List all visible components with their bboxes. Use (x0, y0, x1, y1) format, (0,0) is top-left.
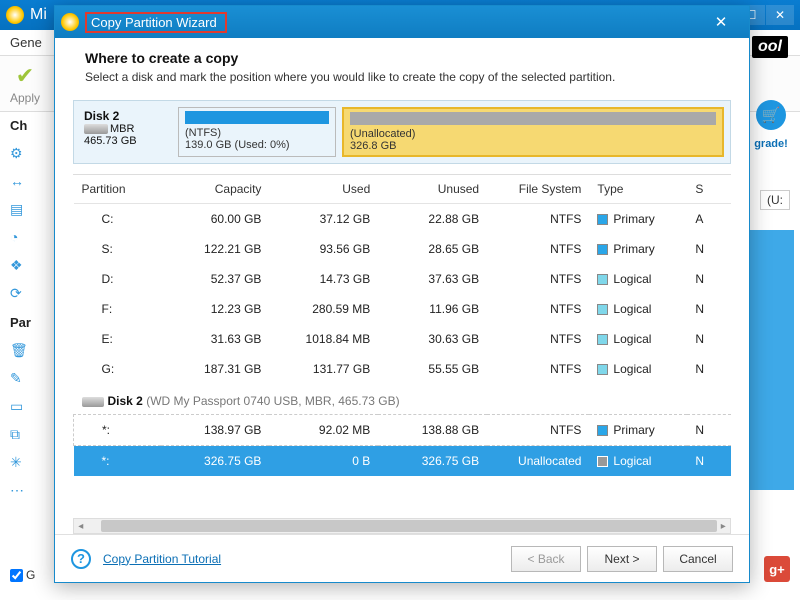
disk-info[interactable]: Disk 2 MBR 465.73 GB (80, 107, 172, 157)
truck-icon[interactable]: ▭ (10, 398, 28, 416)
partition-table: Partition Capacity Used Unused File Syst… (73, 175, 731, 476)
copy-partition-wizard-dialog: Copy Partition Wizard ✕ Where to create … (54, 5, 750, 583)
close-button[interactable]: ✕ (766, 5, 794, 25)
dialog-header: Where to create a copy Select a disk and… (55, 38, 749, 94)
type-swatch (597, 214, 608, 225)
dialog-close-button[interactable]: ✕ (699, 11, 743, 33)
back-button[interactable]: < Back (511, 546, 581, 572)
disk-name: Disk 2 (84, 109, 119, 123)
disk-size: 465.73 GB (84, 135, 137, 147)
apply-button[interactable]: ✔ Apply (10, 63, 40, 105)
table-row[interactable]: E:31.63 GB1018.84 MB30.63 GBNTFSLogicalN (74, 324, 732, 354)
move-icon[interactable]: ↔ (10, 173, 28, 191)
dialog-titlebar[interactable]: Copy Partition Wizard ✕ (55, 6, 749, 38)
table-header[interactable]: Partition Capacity Used Unused File Syst… (74, 175, 732, 204)
gplus-icon[interactable]: g+ (764, 556, 790, 582)
trash-icon[interactable]: 🗑 (10, 342, 28, 360)
app-icon (6, 6, 24, 24)
table-row[interactable]: G:187.31 GB131.77 GB55.55 GBNTFSLogicalN (74, 354, 732, 384)
copy-icon[interactable]: ⧉ (10, 426, 28, 444)
type-swatch (597, 334, 608, 345)
check-icon: ✔ (16, 63, 34, 89)
partition-table-wrap: Partition Capacity Used Unused File Syst… (73, 174, 731, 534)
help-icon[interactable]: ? (71, 549, 91, 569)
next-button[interactable]: Next > (587, 546, 657, 572)
type-swatch (597, 364, 608, 375)
bg-partition-bar (750, 230, 794, 490)
disk-block-ntfs[interactable]: (NTFS) 139.0 GB (Used: 0%) (178, 107, 336, 157)
globe-icon[interactable]: ✳ (10, 454, 28, 472)
stack-icon[interactable]: ▤ (10, 201, 28, 219)
wizard-icon (61, 13, 79, 31)
dialog-subheading: Select a disk and mark the position wher… (85, 70, 719, 84)
table-row[interactable]: F:12.23 GB280.59 MB11.96 GBNTFSLogicalN (74, 294, 732, 324)
hdd-icon (82, 397, 104, 407)
scroll-thumb[interactable] (101, 520, 716, 532)
type-swatch (597, 244, 608, 255)
horizontal-scrollbar[interactable]: ◂ ▸ (73, 518, 731, 534)
upgrade-label[interactable]: grade! (754, 138, 788, 150)
brand-logo: ool (752, 36, 788, 58)
main-title: Mi (30, 6, 47, 24)
dialog-footer: ? Copy Partition Tutorial < Back Next > … (55, 534, 749, 582)
scroll-right-icon[interactable]: ▸ (717, 521, 730, 532)
checkbox-g[interactable]: G (10, 568, 35, 582)
tag-icon[interactable]: ❖ (10, 257, 28, 275)
tutorial-link[interactable]: Copy Partition Tutorial (103, 552, 221, 566)
dots-icon[interactable]: ⋯ (10, 482, 28, 500)
drive-u-label: (U: (760, 190, 790, 210)
disk-block-unallocated[interactable]: (Unallocated) 326.8 GB (342, 107, 724, 157)
right-rail: 🛒 grade! (748, 100, 794, 150)
type-swatch (597, 425, 608, 436)
ntfs-bar (185, 111, 329, 124)
cart-icon[interactable]: 🛒 (756, 100, 786, 130)
table-row[interactable]: S:122.21 GB93.56 GB28.65 GBNTFSPrimaryN (74, 234, 732, 264)
disk2-header-row[interactable]: Disk 2 (WD My Passport 0740 USB, MBR, 46… (74, 384, 732, 415)
hdd-icon (84, 124, 108, 134)
type-swatch (597, 304, 608, 315)
menu-general[interactable]: Gene (10, 35, 42, 50)
table-row[interactable]: C:60.00 GB37.12 GB22.88 GBNTFSPrimaryA (74, 204, 732, 235)
table-row[interactable]: *:138.97 GB92.02 MB138.88 GBNTFSPrimaryN (74, 415, 732, 446)
refresh-icon[interactable]: ⟳ (10, 285, 28, 303)
pencil-icon[interactable]: ✎ (10, 370, 28, 388)
disk-map: Disk 2 MBR 465.73 GB (NTFS) 139.0 GB (Us… (73, 100, 731, 164)
dialog-title: Copy Partition Wizard (85, 12, 227, 33)
sliders-icon[interactable]: ⚙ (10, 145, 28, 163)
unalloc-bar (350, 112, 716, 125)
dialog-heading: Where to create a copy (85, 50, 719, 66)
cancel-button[interactable]: Cancel (663, 546, 733, 572)
type-swatch (597, 274, 608, 285)
table-row[interactable]: *:326.75 GB0 B326.75 GBUnallocatedLogica… (74, 446, 732, 477)
type-swatch (597, 456, 608, 467)
table-row[interactable]: D:52.37 GB14.73 GB37.63 GBNTFSLogicalN (74, 264, 732, 294)
scroll-left-icon[interactable]: ◂ (74, 521, 87, 532)
pie-icon[interactable]: ◔ (10, 229, 28, 247)
